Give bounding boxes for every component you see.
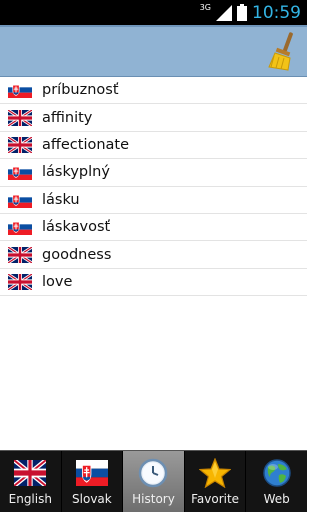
history-list-item[interactable]: láskavosť	[0, 214, 307, 242]
history-list: príbuznosť affinity affectionate láskypl…	[0, 77, 307, 297]
uk-flag-icon	[7, 245, 33, 264]
uk-flag-icon	[13, 458, 47, 488]
history-word: láskavosť	[42, 219, 111, 236]
history-list-item[interactable]: love	[0, 269, 307, 297]
clear-history-button[interactable]	[263, 30, 303, 74]
tab-label: Web	[263, 492, 290, 506]
status-bar: 3G 10:59	[0, 0, 307, 25]
clock-time: 10:59	[252, 2, 301, 23]
history-word: love	[42, 273, 73, 290]
broom-icon	[268, 32, 293, 71]
history-list-item[interactable]: lásku	[0, 187, 307, 214]
status-icons: 3G 10:59	[200, 0, 301, 25]
star-icon	[198, 458, 232, 488]
history-list-item[interactable]: affectionate	[0, 132, 307, 160]
bottom-tab-bar: English Slovak History Favorite Web	[0, 450, 307, 512]
history-word: príbuznosť	[42, 82, 119, 99]
sk-flag-icon	[8, 191, 32, 208]
history-word: láskyplný	[42, 164, 110, 181]
tab-slovak[interactable]: Slovak	[62, 451, 124, 512]
tab-history[interactable]: History	[123, 451, 185, 512]
clock-icon	[136, 458, 170, 488]
history-word: affinity	[42, 109, 93, 126]
uk-flag-icon	[7, 108, 33, 128]
history-list-item[interactable]: láskyplný	[0, 159, 307, 187]
history-word: lásku	[42, 191, 80, 208]
tab-label: English	[8, 492, 52, 506]
tab-web[interactable]: Web	[246, 451, 307, 512]
tab-label: History	[132, 492, 175, 506]
history-list-item[interactable]: príbuznosť	[0, 77, 307, 105]
sk-flag-icon	[8, 82, 32, 99]
sk-flag-icon	[8, 164, 32, 181]
history-word: goodness	[42, 246, 112, 263]
network-type: 3G	[199, 3, 211, 12]
uk-flag-icon	[7, 272, 33, 292]
history-word: affectionate	[42, 136, 130, 153]
battery-icon	[237, 4, 247, 21]
sk-flag-icon	[75, 458, 109, 488]
app-header	[0, 25, 307, 77]
history-list-item[interactable]: affinity	[0, 104, 307, 132]
tab-label: Slovak	[72, 492, 112, 506]
signal-icon	[216, 4, 232, 21]
uk-flag-icon	[7, 135, 33, 155]
sk-flag-icon	[8, 219, 32, 236]
history-list-item[interactable]: goodness	[0, 241, 307, 269]
tab-english[interactable]: English	[0, 451, 62, 512]
globe-icon	[260, 458, 294, 488]
tab-favorite[interactable]: Favorite	[185, 451, 247, 512]
tab-label: Favorite	[191, 492, 240, 506]
